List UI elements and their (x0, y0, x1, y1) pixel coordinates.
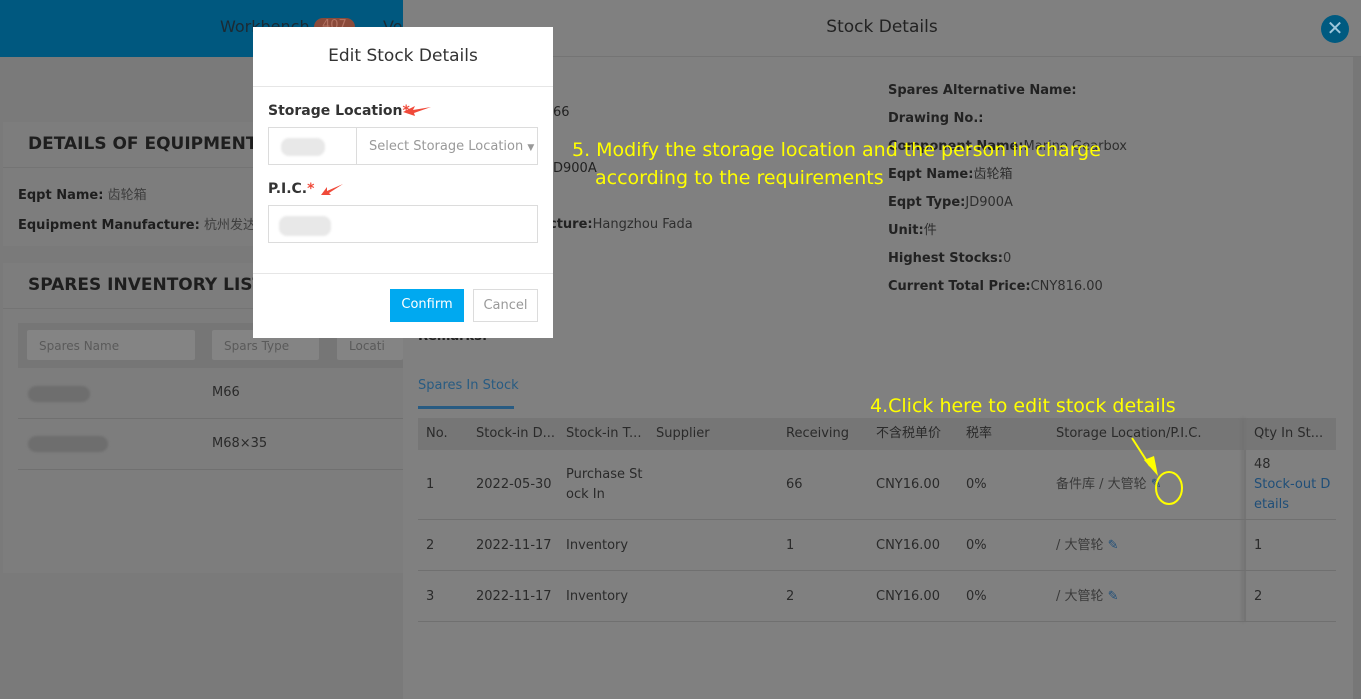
edit-icon[interactable]: ✎ (1108, 538, 1119, 553)
eqpt-name-label: Eqpt Name: (18, 188, 104, 203)
eqpt-name-value: 齿轮箱 (107, 188, 147, 203)
storage-location-select[interactable]: Select Storage Location ▼ (356, 127, 538, 165)
caret-down-icon: ▼ (527, 143, 535, 153)
annotation-step5-line1: 5. Modify the storage location and the p… (572, 139, 1101, 161)
edit-icon[interactable]: ✎ (1108, 589, 1119, 604)
red-arrow-icon (403, 106, 431, 116)
annotation-arrow-circle (1131, 437, 1183, 505)
tab-active-indicator (418, 406, 514, 409)
spares-name-filter[interactable]: Spares Name (27, 330, 195, 360)
modal-title: Edit Stock Details (328, 46, 478, 66)
confirm-button[interactable]: Confirm (390, 289, 464, 322)
list-item[interactable]: M68×35 (18, 419, 403, 470)
list-item[interactable]: M66 (18, 368, 403, 419)
tab-spares-in-stock[interactable]: Spares In Stock (418, 378, 519, 393)
storage-location-label: Storage Location (268, 103, 403, 119)
table-row: 2 2022-11-17 Inventory 1 CNY16.00 0% / 大… (418, 520, 1336, 571)
spare-info-list: Spares Alternative Name: Drawing No.: Co… (888, 83, 1127, 294)
edit-stock-modal: Edit Stock Details Storage Location* Sel… (253, 27, 553, 338)
red-arrow-icon (321, 184, 343, 195)
manufacture-value: 杭州发达 (203, 218, 256, 233)
close-icon[interactable]: ✕ (1321, 15, 1349, 43)
pic-label: P.I.C. (268, 181, 308, 197)
manufacture-label: Equipment Manufacture: (18, 218, 200, 233)
table-row: 1 2022-05-30 Purchase St ock In 66 CNY16… (418, 450, 1336, 520)
table-row: 3 2022-11-17 Inventory 2 CNY16.00 0% / 大… (418, 571, 1336, 622)
storage-location-input[interactable] (268, 127, 357, 165)
annotation-step5-line2: according to the requirements (595, 167, 884, 189)
pic-input[interactable] (268, 205, 538, 243)
stock-out-details-link[interactable]: Stock-out D etails (1254, 475, 1334, 515)
cancel-button[interactable]: Cancel (473, 289, 538, 322)
scrollbar[interactable] (1353, 57, 1361, 699)
annotation-step4: 4.Click here to edit stock details (870, 395, 1176, 417)
